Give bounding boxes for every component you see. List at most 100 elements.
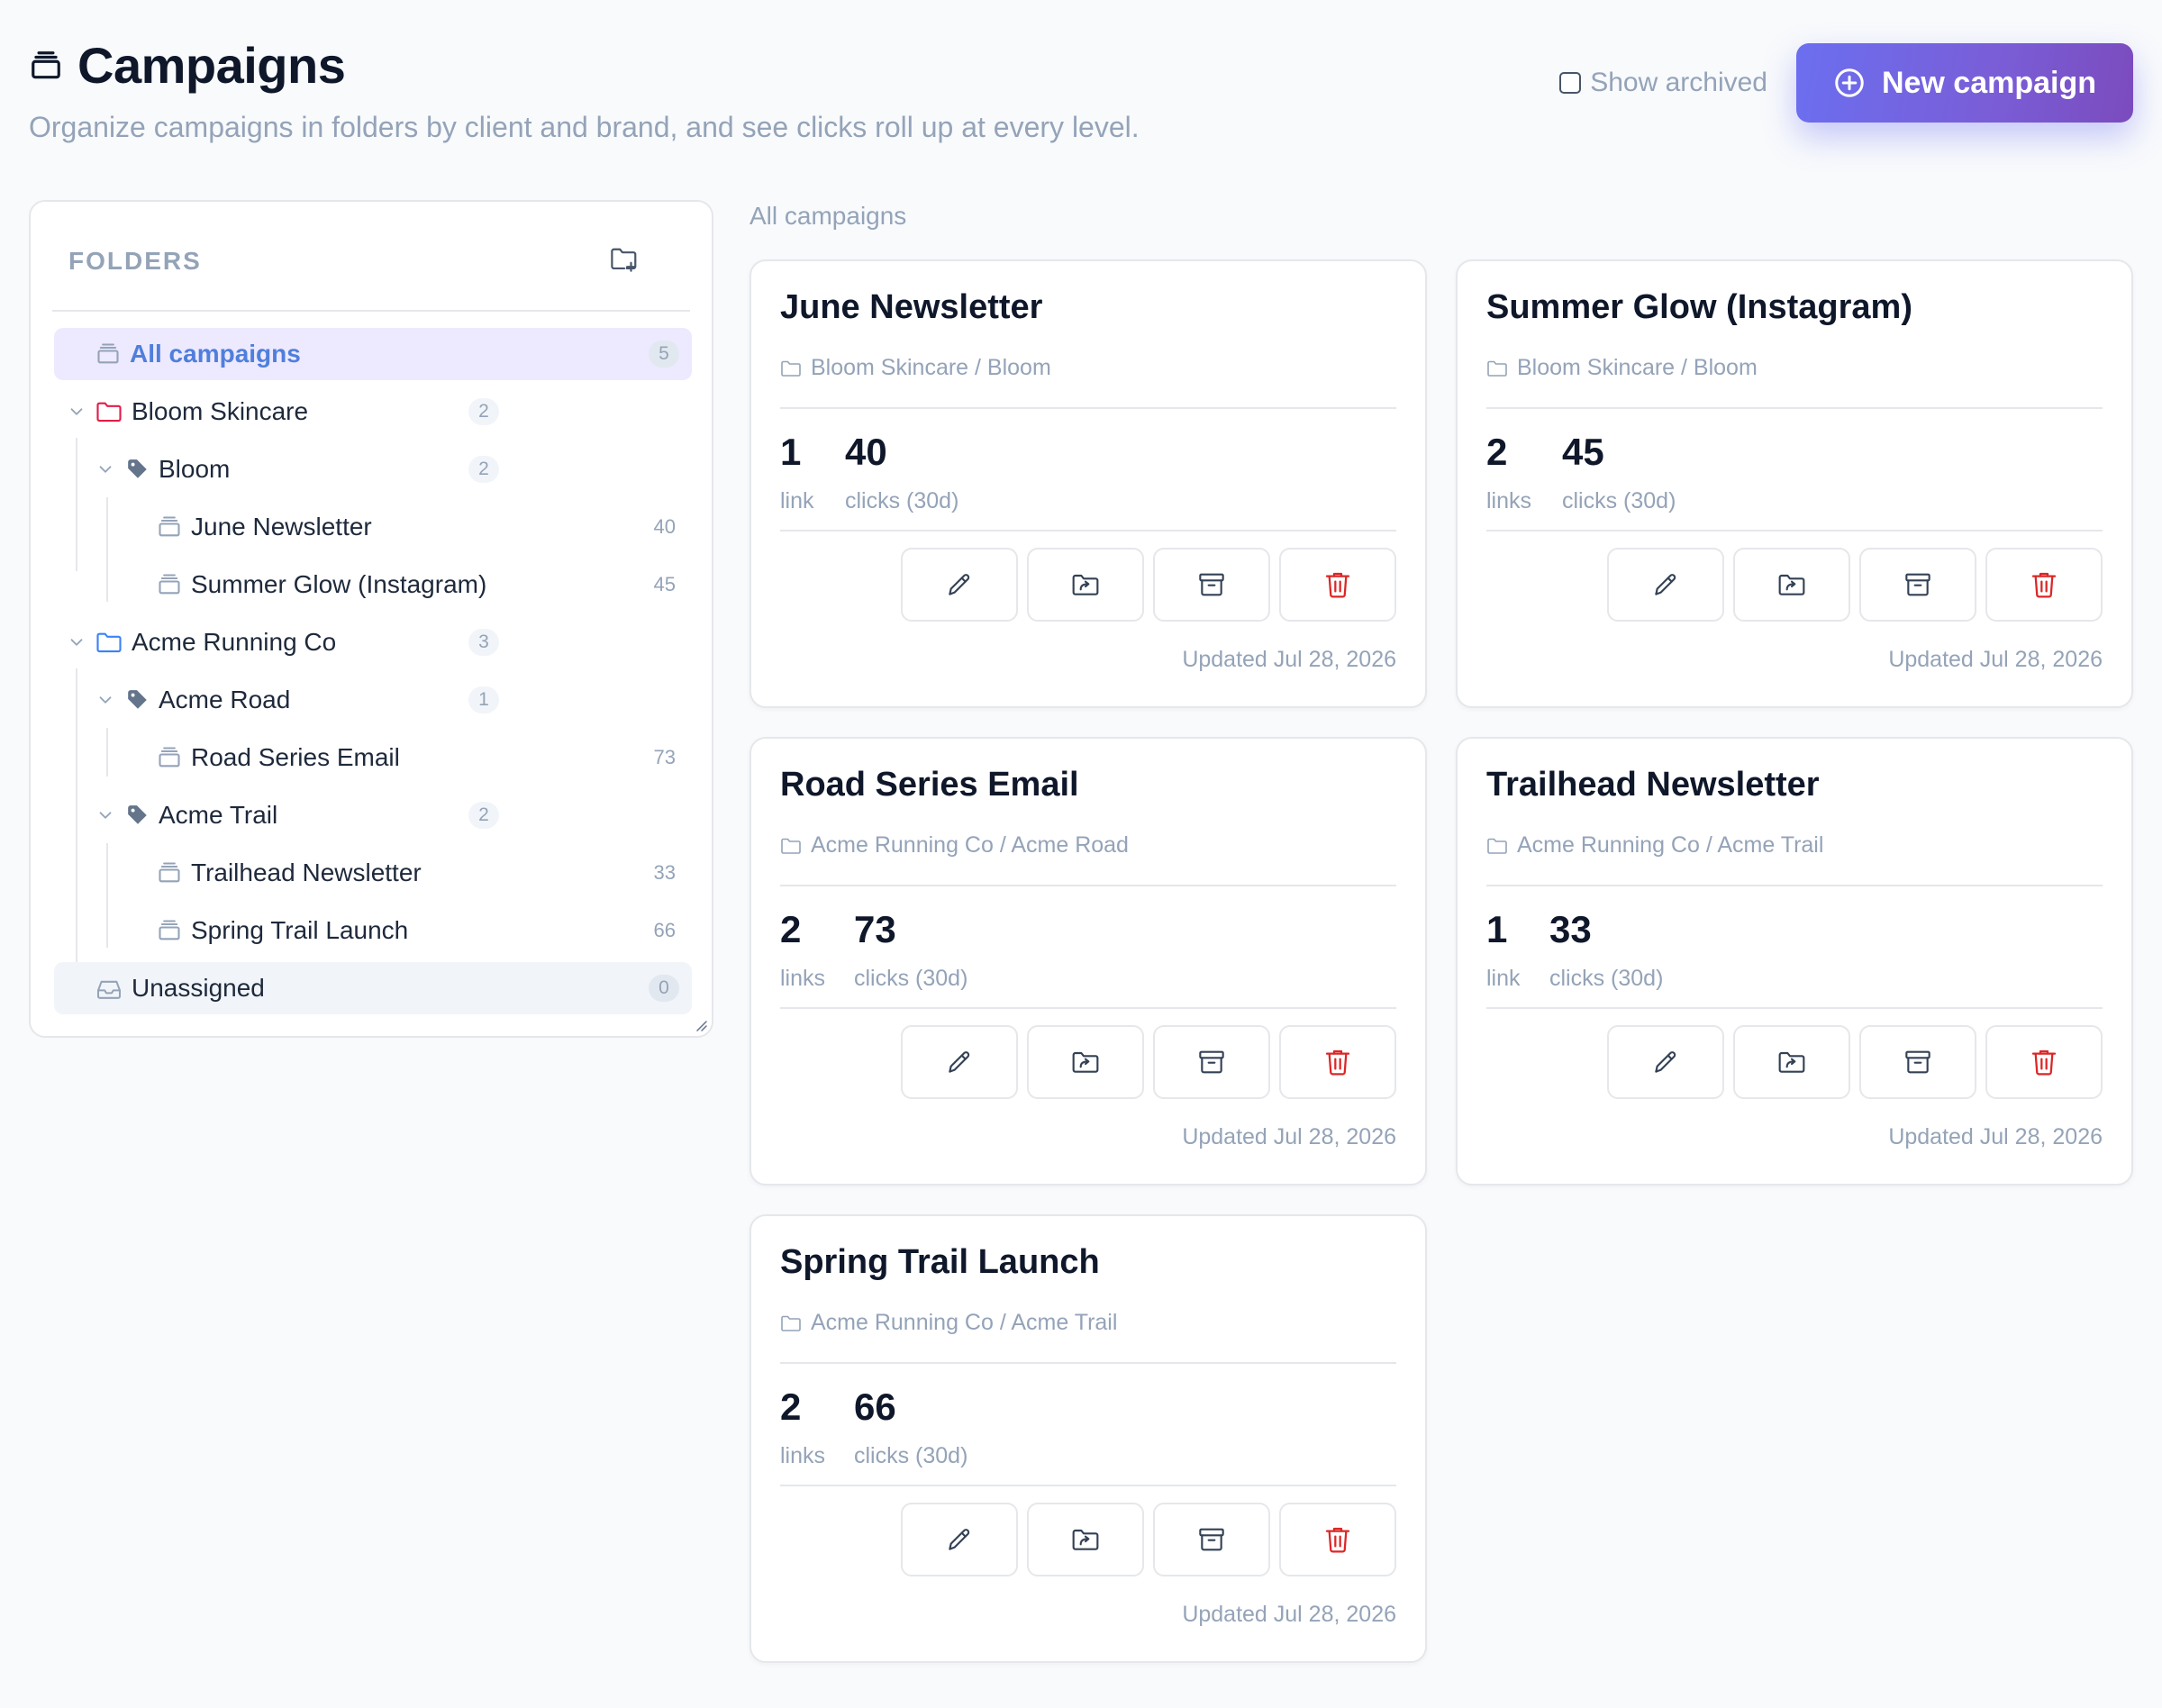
clicks-label: clicks (30d) xyxy=(1549,966,1664,991)
chevron-down-icon[interactable] xyxy=(67,632,86,652)
folder-label: Bloom xyxy=(159,455,231,483)
edit-button[interactable] xyxy=(901,548,1018,622)
campaign-label: Road Series Email xyxy=(191,743,400,771)
folder-label: Acme Running Co xyxy=(132,628,337,656)
folder-move-icon xyxy=(1071,1049,1100,1075)
links-stat: 1 link xyxy=(1486,908,1521,992)
campaign-path-text: Acme Running Co / Acme Trail xyxy=(1517,832,1824,858)
header-actions: Show archived New campaign xyxy=(1559,43,2133,123)
clicks-count: 66 xyxy=(854,1385,896,1428)
edit-button[interactable] xyxy=(901,1503,1018,1576)
links-count: 1 xyxy=(1486,908,1508,950)
campaign-card[interactable]: June Newsletter Bloom Skincare / Bloom 1… xyxy=(749,259,1427,708)
trash-icon xyxy=(2030,570,2058,599)
chevron-down-icon[interactable] xyxy=(95,690,115,710)
clicks-stat: 33 clicks (30d) xyxy=(1549,908,1663,992)
chevron-down-icon[interactable] xyxy=(95,805,115,825)
campaign-path-text: Acme Running Co / Acme Trail xyxy=(811,1310,1118,1335)
move-button[interactable] xyxy=(1027,548,1144,622)
folder-move-icon xyxy=(1071,572,1100,597)
campaign-card[interactable]: Road Series Email Acme Running Co / Acme… xyxy=(749,737,1427,1186)
pencil-icon xyxy=(1651,1048,1680,1077)
folder-brand-bloom[interactable]: Bloom 2 xyxy=(54,443,692,495)
archive-icon xyxy=(1197,1049,1226,1076)
campaign-stack-icon xyxy=(157,861,182,885)
clicks-count: 45 xyxy=(1562,431,1604,473)
updated-timestamp: Updated Jul 28, 2026 xyxy=(1182,1124,1396,1149)
card-actions xyxy=(901,548,1396,622)
folder-icon xyxy=(780,837,802,855)
divider xyxy=(780,1362,1396,1364)
new-campaign-button[interactable]: New campaign xyxy=(1796,43,2133,123)
updated-timestamp: Updated Jul 28, 2026 xyxy=(1888,647,2103,672)
campaign-card[interactable]: Summer Glow (Instagram) Bloom Skincare /… xyxy=(1456,259,2133,708)
move-button[interactable] xyxy=(1733,1025,1850,1099)
folder-unassigned[interactable]: Unassigned 0 xyxy=(54,962,692,1014)
folder-brand-acme-trail[interactable]: Acme Trail 2 xyxy=(54,789,692,841)
archive-button[interactable] xyxy=(1153,1503,1270,1576)
pencil-icon xyxy=(945,570,974,599)
sidebar-item-spring-trail-launch[interactable]: Spring Trail Launch 66 xyxy=(54,904,692,957)
campaign-stack-icon xyxy=(157,746,182,769)
resize-handle-icon[interactable] xyxy=(694,1018,708,1032)
delete-button[interactable] xyxy=(1279,1503,1396,1576)
archive-icon xyxy=(1903,571,1932,598)
delete-button[interactable] xyxy=(1985,548,2103,622)
folder-all-campaigns[interactable]: All campaigns 5 xyxy=(54,328,692,380)
move-button[interactable] xyxy=(1733,548,1850,622)
show-archived-toggle[interactable]: Show archived xyxy=(1559,68,1767,98)
folder-brand-acme-road[interactable]: Acme Road 1 xyxy=(54,674,692,726)
clicks-label: clicks (30d) xyxy=(854,966,968,991)
folder-move-icon xyxy=(1777,1049,1806,1075)
folder-label: Acme Road xyxy=(159,686,291,713)
pencil-icon xyxy=(945,1525,974,1554)
sidebar-item-june-newsletter[interactable]: June Newsletter 40 xyxy=(54,501,692,553)
folder-icon xyxy=(1486,359,1508,377)
campaign-card[interactable]: Trailhead Newsletter Acme Running Co / A… xyxy=(1456,737,2133,1186)
card-actions xyxy=(1607,548,2103,622)
count-badge: 3 xyxy=(468,629,499,656)
campaign-card[interactable]: Spring Trail Launch Acme Running Co / Ac… xyxy=(749,1214,1427,1663)
sidebar-item-summer-glow[interactable]: Summer Glow (Instagram) 45 xyxy=(54,559,692,611)
folder-move-icon xyxy=(1071,1527,1100,1552)
campaign-stack-icon xyxy=(95,342,121,366)
updated-timestamp: Updated Jul 28, 2026 xyxy=(1182,647,1396,672)
clicks-stat: 45 clicks (30d) xyxy=(1562,431,1676,514)
folder-label: Unassigned xyxy=(132,974,265,1002)
move-button[interactable] xyxy=(1027,1503,1144,1576)
show-archived-checkbox[interactable] xyxy=(1559,72,1582,94)
campaign-path-text: Bloom Skincare / Bloom xyxy=(1517,355,1758,380)
edit-button[interactable] xyxy=(1607,1025,1724,1099)
archive-button[interactable] xyxy=(1859,1025,1976,1099)
clicks-label: clicks (30d) xyxy=(1562,488,1676,513)
tag-icon xyxy=(126,688,150,712)
links-label: links xyxy=(780,1443,826,1468)
archive-button[interactable] xyxy=(1153,1025,1270,1099)
edit-button[interactable] xyxy=(1607,548,1724,622)
delete-button[interactable] xyxy=(1279,1025,1396,1099)
chevron-down-icon[interactable] xyxy=(67,402,86,422)
folder-icon xyxy=(95,631,123,654)
sidebar-item-road-series-email[interactable]: Road Series Email 73 xyxy=(54,731,692,784)
folder-client-acme-running-co[interactable]: Acme Running Co 3 xyxy=(54,616,692,668)
campaign-stack-icon xyxy=(29,49,63,83)
folder-icon xyxy=(780,1314,802,1332)
links-count: 2 xyxy=(780,1385,802,1428)
move-button[interactable] xyxy=(1027,1025,1144,1099)
edit-button[interactable] xyxy=(901,1025,1018,1099)
delete-button[interactable] xyxy=(1279,548,1396,622)
pencil-icon xyxy=(945,1048,974,1077)
delete-button[interactable] xyxy=(1985,1025,2103,1099)
campaign-title: Road Series Email xyxy=(780,766,1079,804)
divider xyxy=(1486,530,2103,531)
campaign-label: June Newsletter xyxy=(191,513,372,541)
folder-client-bloom-skincare[interactable]: Bloom Skincare 2 xyxy=(54,386,692,438)
click-count: 66 xyxy=(653,919,676,941)
chevron-down-icon[interactable] xyxy=(95,459,115,479)
new-folder-icon[interactable] xyxy=(609,245,640,272)
sidebar-item-trailhead-newsletter[interactable]: Trailhead Newsletter 33 xyxy=(54,847,692,899)
folder-label: Bloom Skincare xyxy=(132,397,309,425)
campaign-title: Trailhead Newsletter xyxy=(1486,766,1820,804)
archive-button[interactable] xyxy=(1859,548,1976,622)
archive-button[interactable] xyxy=(1153,548,1270,622)
